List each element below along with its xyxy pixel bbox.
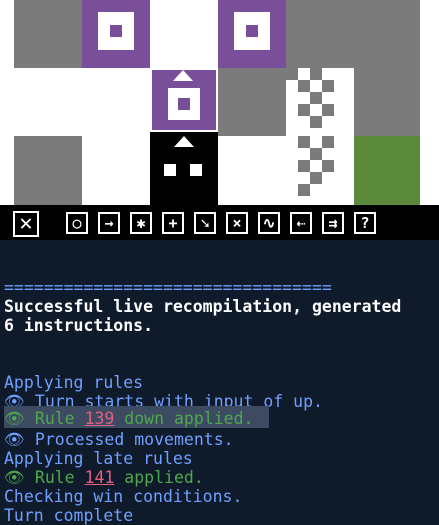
clear-icon: ✕ xyxy=(19,211,33,236)
recompile-message-cont: 6 instructions. xyxy=(4,316,154,335)
help-button[interactable]: ? xyxy=(354,212,376,234)
circle-icon: ○ xyxy=(72,214,82,232)
cross-icon: ⨯ xyxy=(232,214,242,232)
star-button[interactable]: ✱ xyxy=(130,212,152,234)
plus-icon: + xyxy=(168,214,178,232)
floor-tile xyxy=(14,136,82,205)
wall-tile xyxy=(82,136,150,205)
rule-139-link[interactable]: 139 xyxy=(85,409,115,428)
move-up-arrow-icon xyxy=(173,70,193,81)
crate-tile xyxy=(218,0,286,68)
left-arrow-icon: ⇠ xyxy=(296,214,306,232)
applying-late-line: Applying late rules xyxy=(4,449,193,468)
sprite-icon: ➘ xyxy=(200,214,210,232)
rule-141-line[interactable]: 👁 Rule 141 applied. xyxy=(4,468,204,487)
recompile-message: Successful live recompilation, generated xyxy=(4,297,402,316)
rule-suffix: down applied. xyxy=(114,409,254,428)
floor-tile xyxy=(286,0,354,68)
turn-complete-line: Turn complete xyxy=(4,506,134,525)
clear-button[interactable]: ✕ xyxy=(13,211,39,237)
rule-suffix: applied. xyxy=(114,468,204,487)
goal-tile xyxy=(354,136,420,205)
checking-win-line: Checking win conditions. xyxy=(4,487,243,506)
floor-tile xyxy=(14,0,82,68)
player-up-arrow-icon xyxy=(174,136,194,147)
checker-tile xyxy=(286,136,354,205)
rule-139-line[interactable]: 👁 Rule 139 down applied. xyxy=(4,409,253,428)
crate-tile xyxy=(82,0,150,68)
arrow-right-icon: → xyxy=(104,214,114,232)
plus-button[interactable]: + xyxy=(162,212,184,234)
floor-tile xyxy=(218,68,286,136)
wall-tile xyxy=(150,0,218,68)
action-button[interactable]: ○ xyxy=(66,212,88,234)
toolbar: ✕ ○ → ✱ + ➘ ⨯ ∿ ⇠ ⇉ ? xyxy=(0,205,439,240)
sprite-button[interactable]: ➘ xyxy=(194,212,216,234)
help-icon: ? xyxy=(360,214,370,232)
wave-icon: ∿ xyxy=(262,214,276,232)
applying-rules-line: Applying rules xyxy=(4,373,144,392)
arrow-right-button[interactable]: → xyxy=(98,212,120,234)
separator-line: ================================= xyxy=(4,278,332,297)
cross-button[interactable]: ⨯ xyxy=(226,212,248,234)
star-icon: ✱ xyxy=(136,214,146,232)
rule-141-link[interactable]: 141 xyxy=(85,468,115,487)
list-icon: ⇉ xyxy=(328,214,338,232)
wall-tile xyxy=(218,136,286,205)
left-arrow-button[interactable]: ⇠ xyxy=(290,212,312,234)
rule-prefix: 👁 Rule xyxy=(4,409,85,428)
wave-button[interactable]: ∿ xyxy=(258,212,280,234)
checker-tile xyxy=(286,68,354,136)
floor-tile xyxy=(354,68,420,136)
wall-tile xyxy=(0,68,150,136)
rule-prefix: 👁 Rule xyxy=(4,468,85,487)
game-board[interactable] xyxy=(0,0,439,205)
processed-line: 👁 Processed movements. xyxy=(4,430,234,449)
floor-tile xyxy=(354,0,420,68)
console-output[interactable]: ================================= Succes… xyxy=(0,240,439,525)
list-button[interactable]: ⇉ xyxy=(322,212,344,234)
